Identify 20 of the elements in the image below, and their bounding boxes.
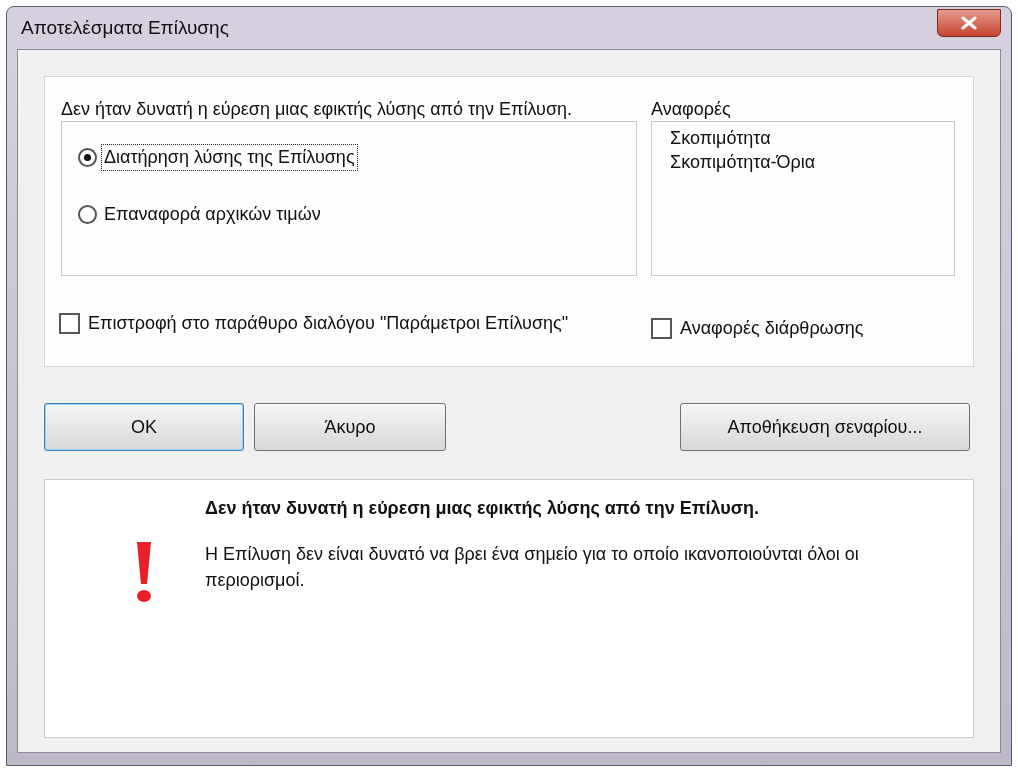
window-title: Αποτελέσματα Επίλυσης	[20, 17, 229, 39]
reports-label: Αναφορές	[651, 98, 732, 121]
radio-button[interactable]	[78, 205, 97, 224]
info-title: Δεν ήταν δυνατή η εύρεση μιας εφικτής λύσης από την Επίλυση.	[205, 498, 760, 519]
report-item[interactable]: Σκοπιμότητα-Όρια	[670, 150, 936, 174]
checkbox-label[interactable]: Αναφορές διάρθρωσης	[680, 316, 864, 340]
checkbox-label[interactable]: Επιστροφή στο παράθυρο διαλόγου "Παράμετροι Επίλυσης"	[88, 311, 628, 335]
radio-label[interactable]: Επαναφορά αρχικών τιμών	[101, 201, 324, 228]
radio-label[interactable]: Διατήρηση λύσης της Επίλυσης	[101, 144, 358, 171]
info-text: Η Επίλυση δεν είναι δυνατό να βρει ένα σημείο για το οποίο ικανοποιούνται όλοι οι περιορισμοί.	[205, 543, 860, 592]
status-message: Δεν ήταν δυνατή η εύρεση μιας εφικτής λύσης από την Επίλυση.	[61, 98, 574, 121]
checkbox[interactable]	[59, 312, 80, 334]
dialog-button[interactable]: OK	[44, 403, 244, 451]
dialog-button[interactable]: Άκυρο	[254, 403, 446, 451]
checkbox[interactable]	[651, 317, 672, 339]
close-button[interactable]	[937, 9, 1001, 37]
close-icon	[960, 16, 978, 30]
dialog-button[interactable]: Αποθήκευση σεναρίου...	[680, 403, 970, 451]
report-item[interactable]: Σκοπιμότητα	[670, 126, 936, 150]
radio-button[interactable]	[78, 148, 97, 167]
